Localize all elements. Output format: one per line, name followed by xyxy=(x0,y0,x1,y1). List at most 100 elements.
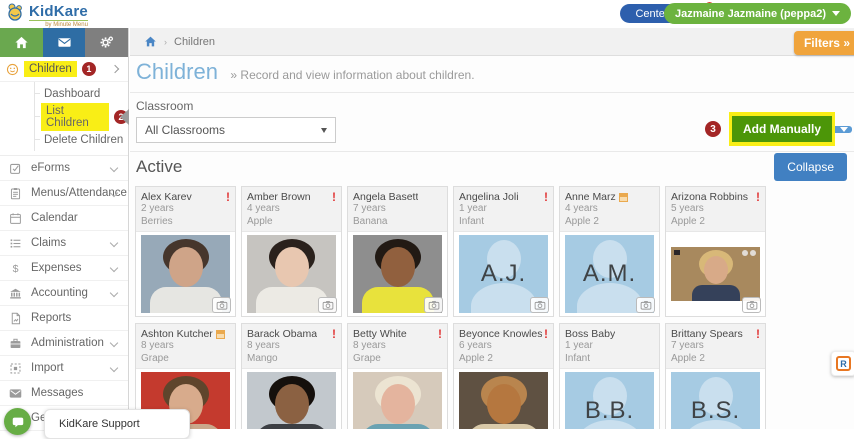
camera-icon xyxy=(534,299,546,311)
camera-button[interactable] xyxy=(424,297,443,313)
child-age: 7 years xyxy=(671,340,704,351)
camera-icon xyxy=(428,299,440,311)
child-card-header: Anne Marz 4 years Apple 2 xyxy=(560,187,659,232)
camera-button[interactable] xyxy=(212,297,231,313)
child-name: Arizona Robbins xyxy=(671,191,749,203)
chevron-right-icon xyxy=(110,64,120,74)
breadcrumb: › Children xyxy=(130,28,854,55)
child-smiley-icon xyxy=(6,63,19,76)
child-photo xyxy=(136,232,235,316)
child-photo-image xyxy=(353,372,442,429)
annotation-badge-3: 3 xyxy=(704,121,721,137)
photo-figure xyxy=(380,247,415,287)
sidebar-item-menus-attendance[interactable]: Menus/Attendance xyxy=(0,181,128,206)
child-age: 2 years xyxy=(141,203,174,214)
sidebar-item-label: Messages xyxy=(31,387,84,399)
sidebar-item-import[interactable]: Import xyxy=(0,356,128,381)
support-chat-label[interactable]: KidKare Support xyxy=(44,409,190,439)
chevron-down-icon xyxy=(109,238,119,248)
sidebar-nav: eForms Menus/Attendance Calendar Claims $ Exp… xyxy=(0,156,128,431)
child-card-angelina-joli[interactable]: Angelina Joli! 1 year Infant A.J. xyxy=(453,186,554,317)
browser-extension-button[interactable]: R xyxy=(831,351,854,376)
sidebar-item-accounting[interactable]: Accounting xyxy=(0,281,128,306)
pending-calendar-icon xyxy=(215,329,225,339)
sidebar-home-button[interactable] xyxy=(0,28,43,57)
active-section-header: Active Collapse xyxy=(130,152,854,181)
classroom-select[interactable]: All Classrooms xyxy=(136,117,336,143)
child-classroom: Mango xyxy=(247,352,278,364)
child-classroom: Banana xyxy=(353,215,388,227)
user-menu[interactable]: Jazmaine Jazmaine (peppa2) xyxy=(663,3,851,24)
children-cards-row-2: Ashton Kutcher 8 years Grape Barack Obama! 8… xyxy=(135,323,854,429)
sidebar-subitem-delete-children[interactable]: Delete Children xyxy=(34,128,128,151)
sidebar-messages-button[interactable] xyxy=(42,28,86,57)
alert-exclamation-icon: ! xyxy=(544,190,548,204)
child-photo xyxy=(348,232,447,316)
sidebar-item-messages[interactable]: Messages xyxy=(0,381,128,406)
collapse-button[interactable]: Collapse xyxy=(774,153,847,181)
children-cards-row-1: Alex Karev! 2 years Berries Amber Brown! 4 y… xyxy=(135,186,854,317)
top-bar: KidKare by Minute Menu Center 2 Jazmaine… xyxy=(0,0,854,28)
child-card-header: Betty White! 8 years Grape xyxy=(348,324,447,369)
sidebar-item-administration[interactable]: Administration xyxy=(0,331,128,356)
child-card-beyonce-knowles[interactable]: Beyonce Knowles! 6 years Apple 2 xyxy=(453,323,554,429)
chevron-down-icon xyxy=(109,363,119,373)
sidebar-item-eforms[interactable]: eForms xyxy=(0,156,128,181)
photo-figure xyxy=(149,287,222,313)
child-card-brittany-spears[interactable]: Brittany Spears! 7 years Apple 2 B.S. xyxy=(665,323,766,429)
child-card-betty-white[interactable]: Betty White! 8 years Grape xyxy=(347,323,448,429)
sidebar-subitem-label: Dashboard xyxy=(44,87,101,100)
child-name: Betty White xyxy=(353,328,407,340)
caret-down-icon xyxy=(839,126,848,132)
add-manually-button[interactable]: Add Manually xyxy=(731,116,832,142)
child-age: 4 years xyxy=(247,203,280,214)
support-chat-bubble[interactable] xyxy=(4,408,31,435)
child-classroom: Grape xyxy=(141,352,169,364)
photo-figure xyxy=(380,384,415,424)
classroom-selected-value: All Classrooms xyxy=(145,123,226,137)
sidebar-item-reports[interactable]: Reports xyxy=(0,306,128,331)
dollar-icon: $ xyxy=(9,262,22,275)
child-card-anne-marz[interactable]: Anne Marz 4 years Apple 2 A.M. xyxy=(559,186,660,317)
kidkare-logo[interactable]: KidKare by Minute Menu xyxy=(5,1,88,28)
child-name: Brittany Spears xyxy=(671,328,743,340)
video-control-icon xyxy=(742,250,748,256)
sidebar-subitem-list-children[interactable]: List Children 2 xyxy=(34,102,129,131)
sidebar-item-expenses[interactable]: $ Expenses xyxy=(0,256,128,281)
camera-button[interactable] xyxy=(742,297,761,313)
child-card-arizona-robbins[interactable]: Arizona Robbins! 5 years Apple 2 xyxy=(665,186,766,317)
child-name: Beyonce Knowles xyxy=(459,328,542,340)
camera-button[interactable] xyxy=(318,297,337,313)
add-options-caret-button[interactable] xyxy=(835,125,852,133)
logo-tagline: by Minute Menu xyxy=(29,20,88,28)
child-name: Angelina Joli xyxy=(459,191,519,203)
child-photo xyxy=(348,369,447,429)
child-card-boss-baby[interactable]: Boss Baby 1 year Infant B.B. xyxy=(559,323,660,429)
chevron-down-icon xyxy=(109,163,119,173)
camera-button[interactable] xyxy=(530,297,549,313)
sidebar-item-label: Administration xyxy=(31,337,104,349)
camera-button[interactable] xyxy=(636,297,655,313)
chevron-down-icon xyxy=(832,11,840,16)
photo-placeholder: B.B. xyxy=(565,372,654,429)
clipboard-icon xyxy=(9,187,22,200)
sidebar-item-claims[interactable]: Claims xyxy=(0,231,128,256)
envelope-icon xyxy=(57,35,72,50)
sidebar-settings-button[interactable] xyxy=(85,28,129,57)
breadcrumb-home-icon[interactable] xyxy=(144,35,157,48)
child-card-angela-basett[interactable]: Angela Basett 7 years Banana xyxy=(347,186,448,317)
alert-exclamation-icon: ! xyxy=(756,190,760,204)
sidebar-icon-bar xyxy=(0,28,129,57)
child-card-alex-karev[interactable]: Alex Karev! 2 years Berries xyxy=(135,186,236,317)
list-icon xyxy=(9,237,22,250)
child-card-barack-obama[interactable]: Barack Obama! 8 years Mango xyxy=(241,323,342,429)
sidebar-item-calendar[interactable]: Calendar xyxy=(0,206,128,231)
child-card-amber-brown[interactable]: Amber Brown! 4 years Apple xyxy=(241,186,342,317)
filters-tab[interactable]: Filters » xyxy=(793,31,854,55)
child-age: 4 years xyxy=(565,203,598,214)
child-card-header: Brittany Spears! 7 years Apple 2 xyxy=(666,324,765,369)
sidebar-item-children[interactable]: Children 1 xyxy=(0,57,128,82)
child-name: Ashton Kutcher xyxy=(141,328,213,340)
child-card-header: Amber Brown! 4 years Apple xyxy=(242,187,341,232)
photo-figure xyxy=(467,424,540,429)
